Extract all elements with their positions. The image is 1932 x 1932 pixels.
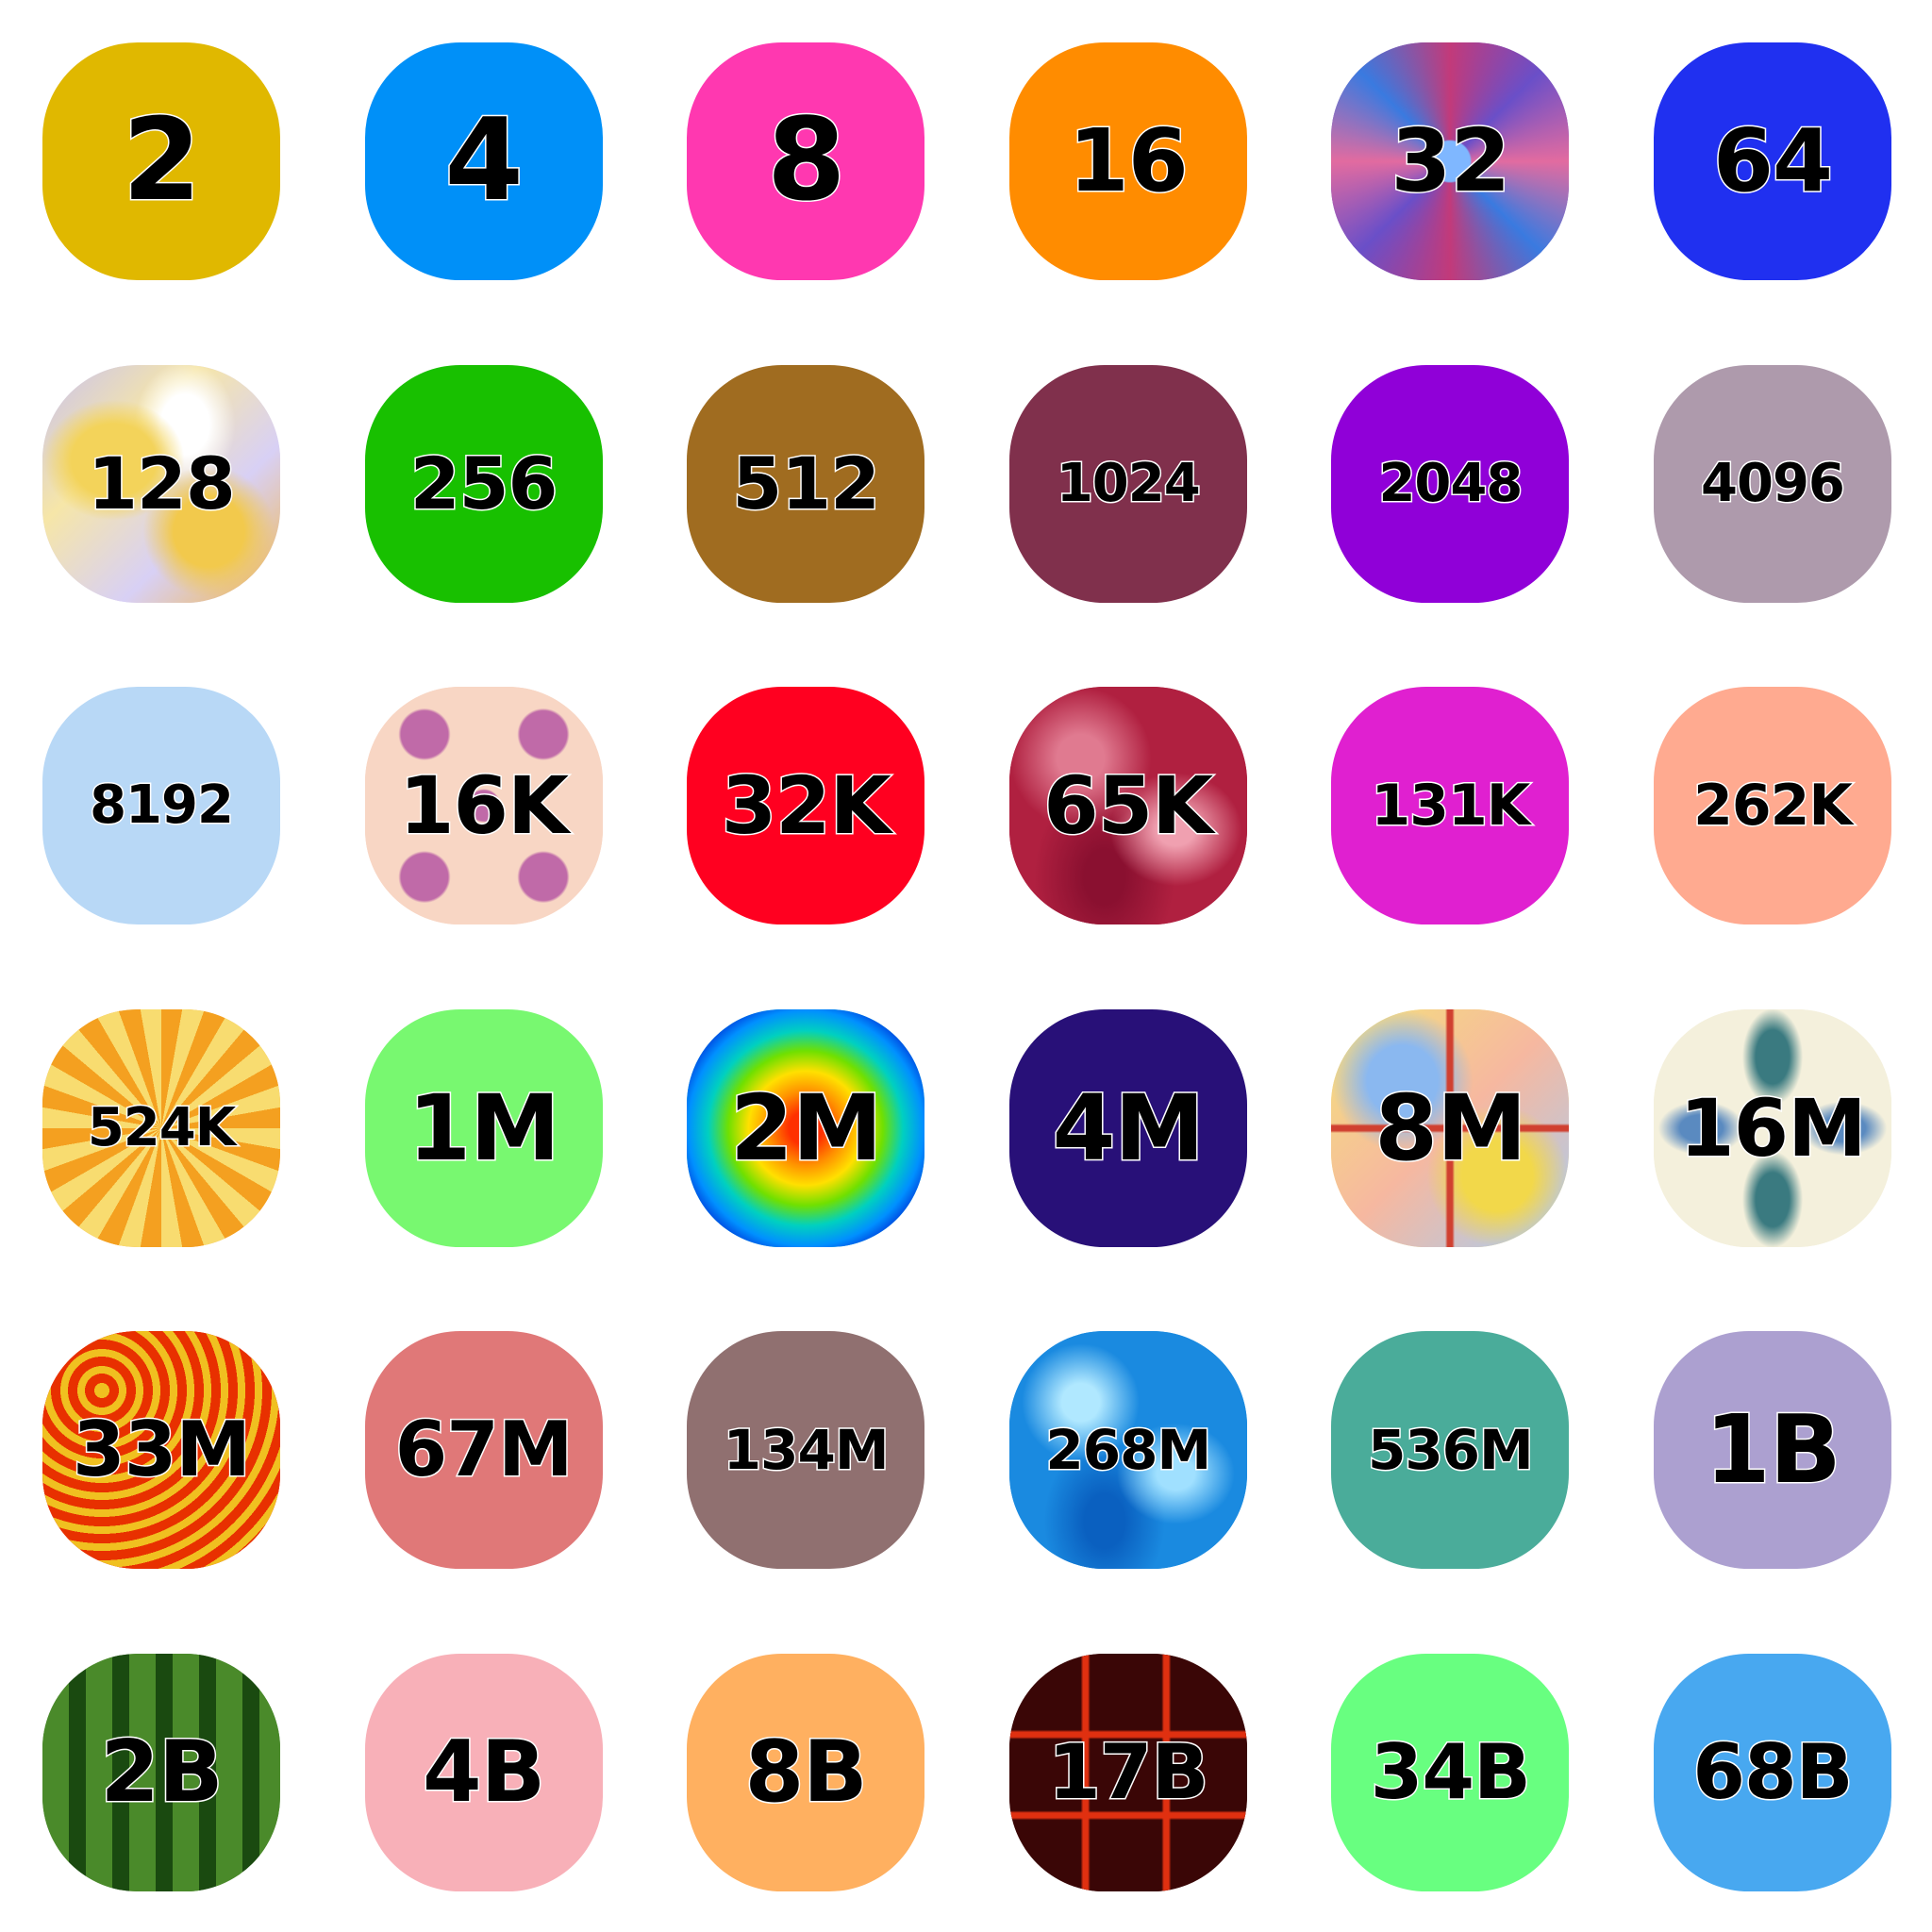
tile-value: 128 — [87, 441, 238, 525]
tile-value: 8 — [765, 95, 846, 226]
tile-value: 2B — [99, 1722, 225, 1822]
tile-value: 32K — [720, 759, 892, 853]
tile-4b: 4B — [364, 1653, 603, 1891]
tile-8192: 8192 — [42, 687, 280, 925]
tile-value: 33M — [72, 1406, 253, 1494]
tile-8: 8 — [687, 42, 925, 280]
tile-value: 4096 — [1700, 452, 1847, 514]
tile-value: 4M — [1051, 1074, 1206, 1181]
tile-value: 8192 — [89, 774, 236, 837]
tile-value: 1024 — [1055, 452, 1202, 514]
tile-64: 64 — [1653, 42, 1891, 280]
tile-2: 2 — [42, 42, 280, 280]
tile-134m: 134M — [687, 1331, 925, 1570]
tile-value: 4 — [443, 95, 525, 226]
tile-2b: 2B — [42, 1653, 280, 1891]
tile-131k: 131K — [1331, 687, 1570, 925]
tile-512: 512 — [687, 364, 925, 603]
tile-value: 131K — [1370, 773, 1532, 840]
tile-2m: 2M — [687, 1008, 925, 1247]
tile-1m: 1M — [364, 1008, 603, 1247]
tile-65k: 65K — [1008, 687, 1247, 925]
tile-value: 524K — [86, 1096, 237, 1158]
tile-536m: 536M — [1331, 1331, 1570, 1570]
tile-value: 16M — [1678, 1081, 1868, 1174]
tile-value: 34B — [1369, 1727, 1532, 1816]
tile-grid: 2 4 8 16 32 64 128 256 512 1024 2048 4096 8192 16K 32K… — [42, 42, 1891, 1891]
tile-262k: 262K — [1653, 687, 1891, 925]
tile-value: 1B — [1704, 1394, 1843, 1506]
tile-value: 536M — [1366, 1418, 1535, 1483]
tile-128: 128 — [42, 364, 280, 603]
tile-16m: 16M — [1653, 1008, 1891, 1247]
tile-32k: 32K — [687, 687, 925, 925]
tile-value: 68B — [1691, 1727, 1855, 1816]
tile-value: 8B — [743, 1722, 869, 1822]
tile-value: 2M — [729, 1074, 884, 1181]
tile-8b: 8B — [687, 1653, 925, 1891]
tile-value: 17B — [1047, 1727, 1210, 1816]
tile-268m: 268M — [1008, 1331, 1247, 1570]
tile-value: 2048 — [1377, 452, 1524, 514]
tile-4: 4 — [364, 42, 603, 280]
tile-256: 256 — [364, 364, 603, 603]
tile-8m: 8M — [1331, 1008, 1570, 1247]
tile-value: 1M — [407, 1074, 561, 1181]
tile-value: 262K — [1692, 773, 1855, 840]
tile-33m: 33M — [42, 1331, 280, 1570]
tile-17b: 17B — [1008, 1653, 1247, 1891]
tile-value: 2 — [121, 95, 202, 226]
tile-value: 4B — [421, 1722, 546, 1822]
tile-4m: 4M — [1008, 1008, 1247, 1247]
tile-value: 65K — [1042, 759, 1215, 853]
tile-value: 512 — [731, 441, 882, 525]
tile-value: 64 — [1711, 110, 1834, 211]
tile-value: 67M — [393, 1406, 575, 1494]
tile-value: 8M — [1374, 1074, 1528, 1181]
tile-524k: 524K — [42, 1008, 280, 1247]
tile-34b: 34B — [1331, 1653, 1570, 1891]
tile-67m: 67M — [364, 1331, 603, 1570]
tile-16: 16 — [1008, 42, 1247, 280]
tile-16k: 16K — [364, 687, 603, 925]
tile-value: 134M — [722, 1418, 891, 1483]
tile-value: 256 — [408, 441, 559, 525]
tile-68b: 68B — [1653, 1653, 1891, 1891]
tile-value: 268M — [1044, 1418, 1213, 1483]
tile-2048: 2048 — [1331, 364, 1570, 603]
tile-value: 32 — [1390, 110, 1512, 211]
tile-1024: 1024 — [1008, 364, 1247, 603]
tile-32: 32 — [1331, 42, 1570, 280]
tile-value: 16 — [1067, 110, 1190, 211]
tile-value: 16K — [398, 759, 571, 853]
tile-4096: 4096 — [1653, 364, 1891, 603]
tile-1b: 1B — [1653, 1331, 1891, 1570]
